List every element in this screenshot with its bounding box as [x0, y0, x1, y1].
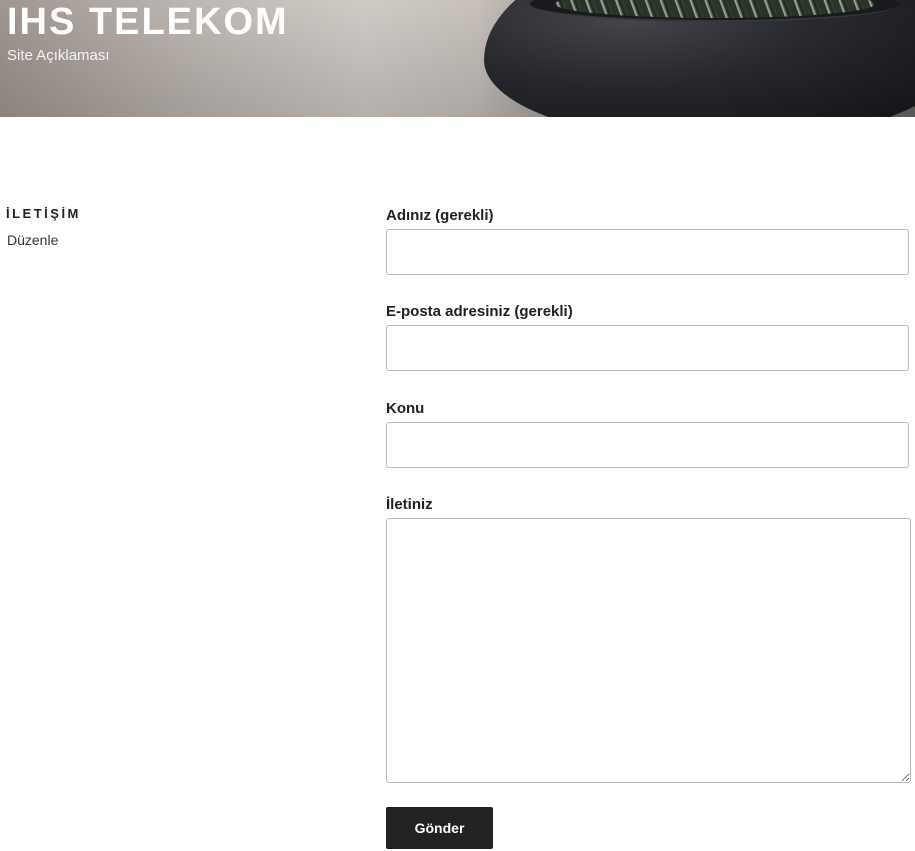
site-title[interactable]: IHS TELEKOM: [7, 0, 289, 44]
name-label: Adınız (gerekli): [386, 207, 494, 224]
subject-field[interactable]: [386, 422, 909, 468]
site-header: IHS TELEKOM Site Açıklaması: [0, 0, 915, 117]
submit-button[interactable]: Gönder: [386, 807, 493, 849]
edit-link[interactable]: Düzenle: [7, 232, 58, 248]
subject-label: Konu: [386, 400, 425, 417]
message-label: İletiniz: [386, 496, 433, 513]
site-description: Site Açıklaması: [7, 47, 110, 64]
widget-title: İLETİŞİM: [6, 206, 81, 221]
name-field[interactable]: [386, 229, 909, 275]
message-field[interactable]: [386, 518, 911, 783]
email-field[interactable]: [386, 325, 909, 371]
email-label: E-posta adresiniz (gerekli): [386, 303, 573, 320]
